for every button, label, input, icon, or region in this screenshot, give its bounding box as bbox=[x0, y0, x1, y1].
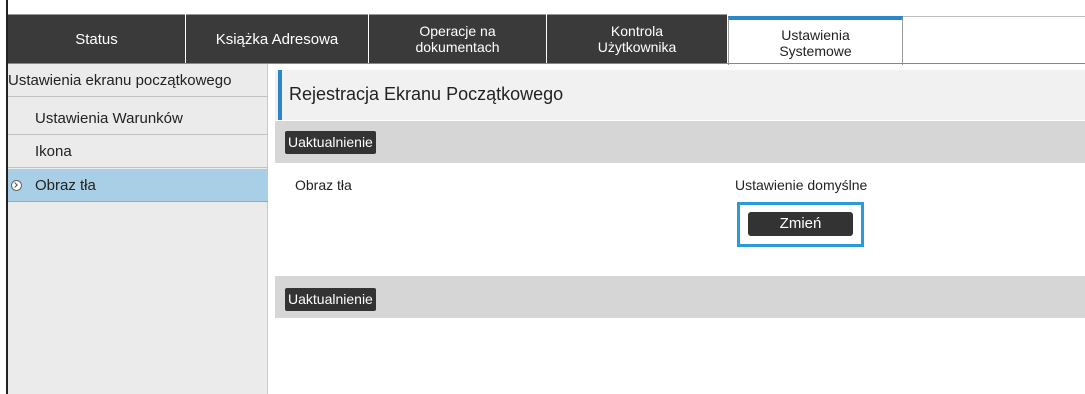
main-content: Rejestracja Ekranu Początkowego Uaktualn… bbox=[275, 64, 1085, 394]
sidebar-item-background-image[interactable]: Obraz tła bbox=[8, 169, 268, 202]
app-window: Status Książka Adresowa Operacje na doku… bbox=[0, 0, 1085, 394]
update-bar-top: Uaktualnienie bbox=[275, 121, 1085, 163]
tab-address-book-label: Książka Adresowa bbox=[215, 30, 339, 48]
page-header-accent bbox=[278, 70, 282, 120]
tab-status[interactable]: Status bbox=[8, 14, 185, 63]
sidebar-item-label: Ikona bbox=[35, 142, 72, 160]
tab-status-label: Status bbox=[75, 30, 118, 48]
update-button-top[interactable]: Uaktualnienie bbox=[285, 131, 376, 154]
update-bar-bottom: Uaktualnienie bbox=[275, 276, 1085, 318]
tab-document-operations[interactable]: Operacje na dokumentach bbox=[369, 14, 546, 63]
tab-system-settings-label: Ustawienia Systemowe bbox=[779, 26, 852, 59]
chevron-right-circle-icon bbox=[11, 179, 22, 191]
page-title: Rejestracja Ekranu Początkowego bbox=[289, 84, 564, 104]
sidebar-item-condition-settings[interactable]: Ustawienia Warunków bbox=[8, 102, 268, 135]
tab-user-control-label: Kontrola Użytkownika bbox=[597, 23, 677, 55]
sidebar-header-home-screen-settings[interactable]: Ustawienia ekranu początkowego bbox=[8, 64, 268, 97]
field-value-default-setting: Ustawienie domyślne bbox=[735, 177, 868, 193]
sidebar-item-label: Obraz tła bbox=[35, 176, 96, 194]
tab-address-book[interactable]: Książka Adresowa bbox=[186, 14, 368, 63]
page-header: Rejestracja Ekranu Początkowego bbox=[275, 70, 1085, 120]
sidebar-header-label: Ustawienia ekranu początkowego bbox=[8, 71, 232, 89]
change-button[interactable]: Zmień bbox=[748, 212, 853, 236]
main-tab-bar: Status Książka Adresowa Operacje na doku… bbox=[8, 14, 1085, 65]
sidebar-item-label: Ustawienia Warunków bbox=[35, 109, 183, 127]
tab-document-operations-label: Operacje na dokumentach bbox=[415, 23, 500, 55]
field-label-background-image: Obraz tła bbox=[295, 177, 352, 193]
update-button-bottom[interactable]: Uaktualnienie bbox=[285, 288, 376, 311]
sidebar-item-icon[interactable]: Ikona bbox=[8, 135, 268, 168]
tab-system-settings[interactable]: Ustawienia Systemowe bbox=[728, 16, 903, 65]
change-button-highlight: Zmień bbox=[737, 202, 864, 247]
tab-user-control[interactable]: Kontrola Użytkownika bbox=[547, 14, 727, 63]
sidebar: Ustawienia ekranu początkowego Ustawieni… bbox=[8, 64, 268, 394]
tab-bar-filler bbox=[903, 16, 1085, 63]
